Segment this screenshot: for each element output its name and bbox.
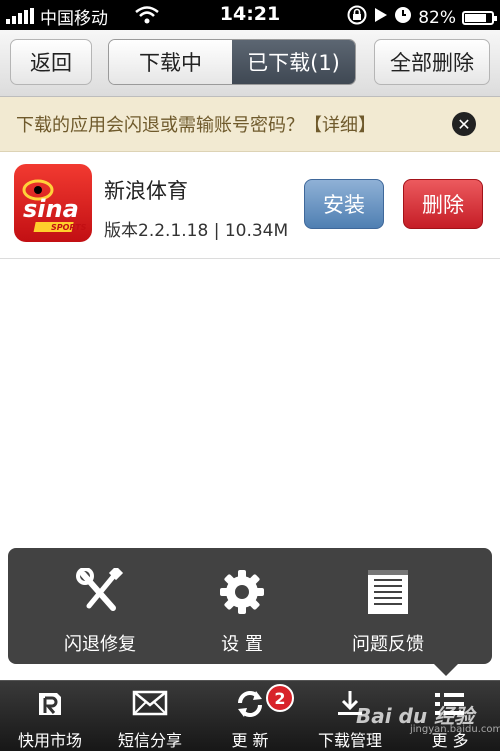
repair-tools-icon — [75, 565, 125, 620]
market-icon — [35, 689, 65, 719]
close-icon[interactable]: ✕ — [452, 112, 476, 136]
list-item: sina SPORTS 新浪体育 版本2.2.1.18 | 10.34M 安装 … — [0, 152, 500, 259]
app-icon-sub-text: SPORTS — [51, 223, 87, 232]
back-button[interactable]: 返回 — [10, 39, 92, 85]
menu-item-crash-repair[interactable]: 闪退修复 — [30, 565, 170, 656]
tab-label: 更 新 — [231, 731, 269, 750]
feedback-icon — [366, 570, 410, 620]
alarm-icon — [394, 6, 412, 29]
tab-sms-share[interactable]: 短信分享 — [100, 681, 200, 751]
gear-icon — [218, 570, 266, 620]
delete-button[interactable]: 删除 — [403, 179, 483, 229]
tab-downloaded[interactable]: 已下载(1) — [232, 40, 355, 84]
menu-item-feedback[interactable]: 问题反馈 — [318, 568, 458, 656]
download-tabs: 下载中 已下载(1) — [108, 39, 356, 85]
menu-item-label: 闪退修复 — [64, 634, 136, 655]
install-button[interactable]: 安装 — [304, 179, 384, 229]
watermark-url: jingyan.baidu.com — [410, 724, 500, 735]
app-version-size: 版本2.2.1.18 | 10.34M — [104, 221, 289, 241]
tab-label: 短信分享 — [117, 731, 182, 750]
sina-sports-app-icon: sina SPORTS — [14, 164, 92, 242]
play-icon — [374, 7, 388, 28]
battery-percent: 82% — [418, 7, 456, 28]
menu-item-label: 问题反馈 — [352, 634, 424, 655]
envelope-icon — [132, 689, 168, 719]
delete-all-button[interactable]: 全部删除 — [374, 39, 490, 85]
menu-item-label: 设 置 — [221, 634, 263, 655]
tab-label: 快用市场 — [17, 731, 82, 750]
update-count-badge: 2 — [266, 684, 294, 712]
battery-icon — [462, 10, 497, 25]
tab-label: 下载管理 — [317, 731, 382, 750]
status-bar: 中国移动 14:21 82% — [0, 0, 500, 30]
notice-text[interactable]: 下载的应用会闪退或需输账号密码？【详细】 — [16, 111, 376, 137]
tab-downloading[interactable]: 下载中 — [109, 40, 232, 84]
tab-market[interactable]: 快用市场 — [0, 681, 100, 751]
menu-item-settings[interactable]: 设 置 — [172, 568, 312, 656]
app-icon-logo-text: sina — [23, 195, 79, 223]
app-name: 新浪体育 — [104, 179, 188, 203]
more-popup-menu: 闪退修复 设 置 问题反馈 — [8, 548, 492, 676]
rotation-lock-icon — [346, 4, 368, 31]
notice-banner[interactable]: 下载的应用会闪退或需输账号密码？【详细】 ✕ — [0, 97, 500, 152]
nav-bar: 返回 下载中 已下载(1) 全部删除 — [0, 30, 500, 97]
refresh-icon — [234, 689, 266, 719]
